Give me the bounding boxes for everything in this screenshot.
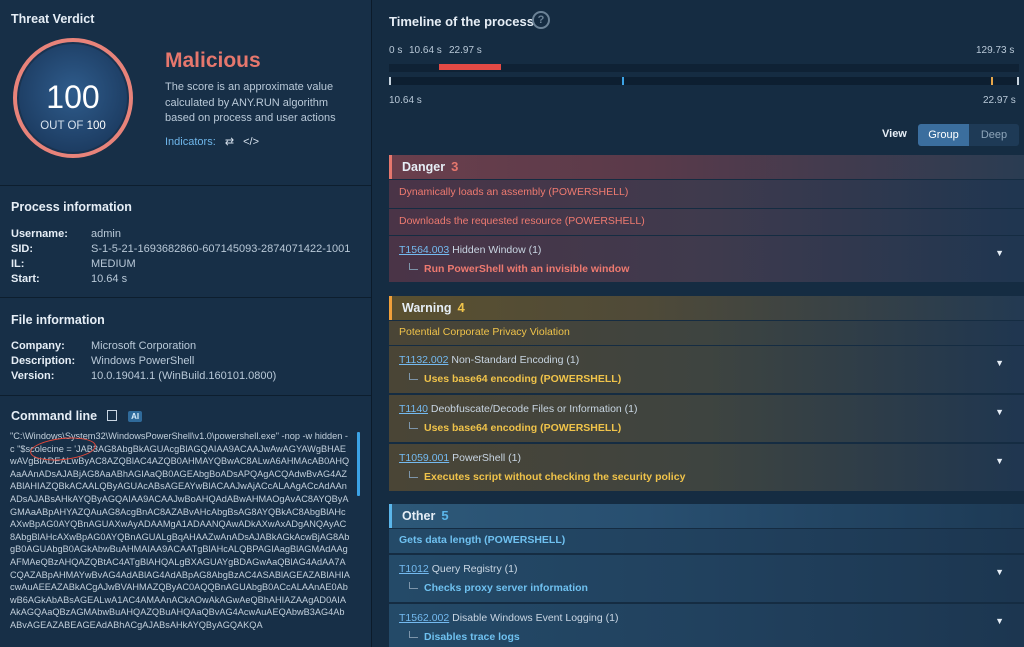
version-row: Version: 10.0.19041.1 (WinBuild.160101.08… (11, 370, 277, 382)
other-item[interactable]: Gets data length (POWERSHELL) (389, 529, 1024, 553)
timeline-label-end: 129.73 s (976, 45, 1015, 56)
timeline-selection[interactable] (439, 64, 501, 70)
sid-row: SID: S-1-5-21-1693682860-607145093-287407… (11, 243, 351, 255)
ai-badge[interactable]: AI (128, 411, 143, 422)
right-panel: Timeline of the process ? 0 s 10.64 s 22… (372, 0, 1024, 647)
timeline-tick (622, 77, 624, 85)
copy-icon[interactable] (106, 410, 117, 421)
warning-technique-row[interactable]: T1140 Deobfuscate/Decode Files or Inform… (389, 395, 1024, 442)
command-line-title: Command line AI (11, 409, 143, 423)
warning-item[interactable]: Potential Corporate Privacy Violation (389, 321, 1024, 345)
zoom-label-end: 22.97 s (983, 95, 1016, 106)
timeline-tick (1017, 77, 1019, 85)
chevron-down-icon[interactable]: ▼ (995, 407, 1004, 417)
indicators-label: Indicators: (165, 136, 216, 148)
technique-link[interactable]: T1140 (399, 403, 428, 415)
technique-link[interactable]: T1059.001 (399, 452, 449, 464)
view-group-button[interactable]: Group (918, 124, 969, 146)
timeline-label-start: 0 s (389, 45, 403, 56)
divider (0, 297, 371, 298)
timeline-label-a: 10.64 s (409, 45, 442, 56)
score-gauge: 100 OUT OF 100 (13, 38, 133, 158)
indicators: Indicators: ⇄ </> (165, 135, 259, 148)
timeline-zoom-track[interactable] (389, 77, 1019, 85)
warning-technique-row[interactable]: T1132.002 Non-Standard Encoding (1) Uses… (389, 346, 1024, 393)
chevron-down-icon[interactable]: ▼ (995, 248, 1004, 258)
danger-item[interactable]: Downloads the requested resource (POWERS… (389, 209, 1024, 235)
technique-link[interactable]: T1132.002 (399, 354, 448, 366)
danger-technique-row[interactable]: T1564.003 Hidden Window (1) Run PowerShe… (389, 236, 1024, 282)
other-technique-row[interactable]: T1562.002 Disable Windows Event Logging … (389, 604, 1024, 647)
warning-technique-row[interactable]: T1059.001 PowerShell (1) Executes script… (389, 444, 1024, 491)
company-row: Company: Microsoft Corporation (11, 340, 197, 352)
technique-link[interactable]: T1562.002 (399, 612, 449, 624)
technique-link[interactable]: T1564.003 (399, 244, 449, 256)
score-value: 100 (46, 79, 100, 115)
username-row: Username: admin (11, 228, 121, 240)
code-icon[interactable]: </> (243, 136, 259, 148)
file-info-title: File information (11, 313, 105, 327)
verdict-status: Malicious (165, 49, 261, 72)
score-out-of: OUT OF 100 (40, 120, 106, 132)
chevron-down-icon[interactable]: ▼ (995, 567, 1004, 577)
danger-item[interactable]: Dynamically loads an assembly (POWERSHEL… (389, 180, 1024, 208)
timeline-label-b: 22.97 s (449, 45, 482, 56)
threat-verdict-title: Threat Verdict (11, 12, 95, 26)
view-label: View (882, 128, 907, 140)
chevron-down-icon[interactable]: ▼ (995, 456, 1004, 466)
view-deep-button[interactable]: Deep (969, 124, 1019, 146)
process-info-title: Process information (11, 200, 132, 214)
description-row: Description: Windows PowerShell (11, 355, 195, 367)
warning-group-header[interactable]: Warning 4 (389, 296, 1024, 320)
network-arrows-icon[interactable]: ⇄ (225, 136, 234, 148)
danger-group-header[interactable]: Danger 3 (389, 155, 1024, 179)
left-panel: Threat Verdict 100 OUT OF 100 Malicious … (0, 0, 372, 647)
chevron-down-icon[interactable]: ▼ (995, 616, 1004, 626)
other-technique-row[interactable]: T1012 Query Registry (1) Checks proxy se… (389, 555, 1024, 602)
other-group-header[interactable]: Other 5 (389, 504, 1024, 528)
il-row: IL: MEDIUM (11, 258, 136, 270)
timeline-tick (389, 77, 391, 85)
zoom-label-start: 10.64 s (389, 95, 422, 106)
technique-link[interactable]: T1012 (399, 563, 429, 575)
chevron-down-icon[interactable]: ▼ (995, 358, 1004, 368)
divider (0, 395, 371, 396)
command-line-text[interactable]: "C:\Windows\System32\WindowsPowerShell\v… (10, 430, 350, 640)
scrollbar[interactable] (357, 432, 360, 496)
divider (0, 185, 371, 186)
verdict-description: The score is an approximate value calcul… (165, 81, 336, 124)
timeline-title: Timeline of the process (389, 14, 534, 29)
timeline-tick (991, 77, 993, 85)
start-row: Start: 10.64 s (11, 273, 128, 285)
help-icon[interactable]: ? (532, 11, 550, 29)
